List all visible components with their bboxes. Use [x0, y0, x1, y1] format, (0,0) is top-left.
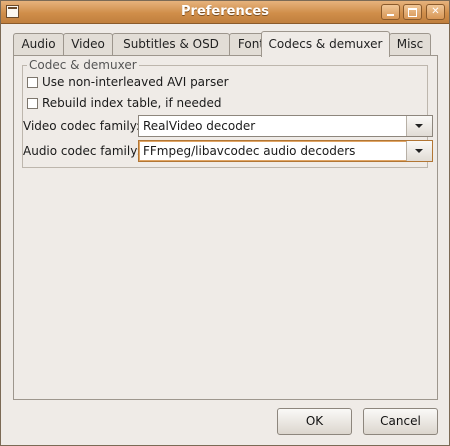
codec-demuxer-frame: Codec & demuxer Use non-interleaved AVI … [22, 58, 433, 168]
tab-audio[interactable]: Audio [13, 33, 64, 55]
tab-video[interactable]: Video [63, 33, 113, 55]
audio-codec-select[interactable]: FFmpeg/libavcodec audio decoders [138, 140, 433, 162]
audio-codec-label: Audio codec family: [23, 144, 141, 158]
video-codec-dropdown-button[interactable] [406, 116, 432, 136]
avi-parser-checkbox[interactable] [27, 77, 38, 88]
chevron-down-icon [415, 124, 423, 128]
title-bar[interactable]: Preferences ✕ [1, 1, 449, 24]
maximize-icon[interactable] [403, 4, 422, 20]
frame-title: Codec & demuxer [27, 58, 139, 72]
video-codec-label: Video codec family: [23, 119, 140, 133]
tab-misc[interactable]: Misc [389, 33, 431, 55]
minimize-icon[interactable] [381, 4, 400, 20]
audio-codec-value[interactable]: FFmpeg/libavcodec audio decoders [143, 144, 355, 158]
avi-parser-label[interactable]: Use non-interleaved AVI parser [42, 75, 229, 89]
tab-codecs-demuxer[interactable]: Codecs & demuxer [261, 31, 390, 57]
rebuild-index-checkbox[interactable] [27, 98, 38, 109]
tab-subtitles-osd[interactable]: Subtitles & OSD [112, 33, 230, 55]
video-codec-value[interactable]: RealVideo decoder [143, 119, 255, 133]
ok-button[interactable]: OK [277, 408, 352, 435]
chevron-down-icon [415, 149, 423, 153]
tab-panel: Codec & demuxer Use non-interleaved AVI … [13, 55, 438, 400]
preferences-window: Preferences ✕ Audio Video Subtitles & OS… [0, 0, 450, 446]
audio-codec-dropdown-button[interactable] [406, 141, 432, 161]
video-codec-select[interactable]: RealVideo decoder [138, 115, 433, 137]
close-icon[interactable]: ✕ [426, 4, 445, 20]
cancel-button[interactable]: Cancel [363, 408, 438, 435]
rebuild-index-label[interactable]: Rebuild index table, if needed [42, 96, 222, 110]
